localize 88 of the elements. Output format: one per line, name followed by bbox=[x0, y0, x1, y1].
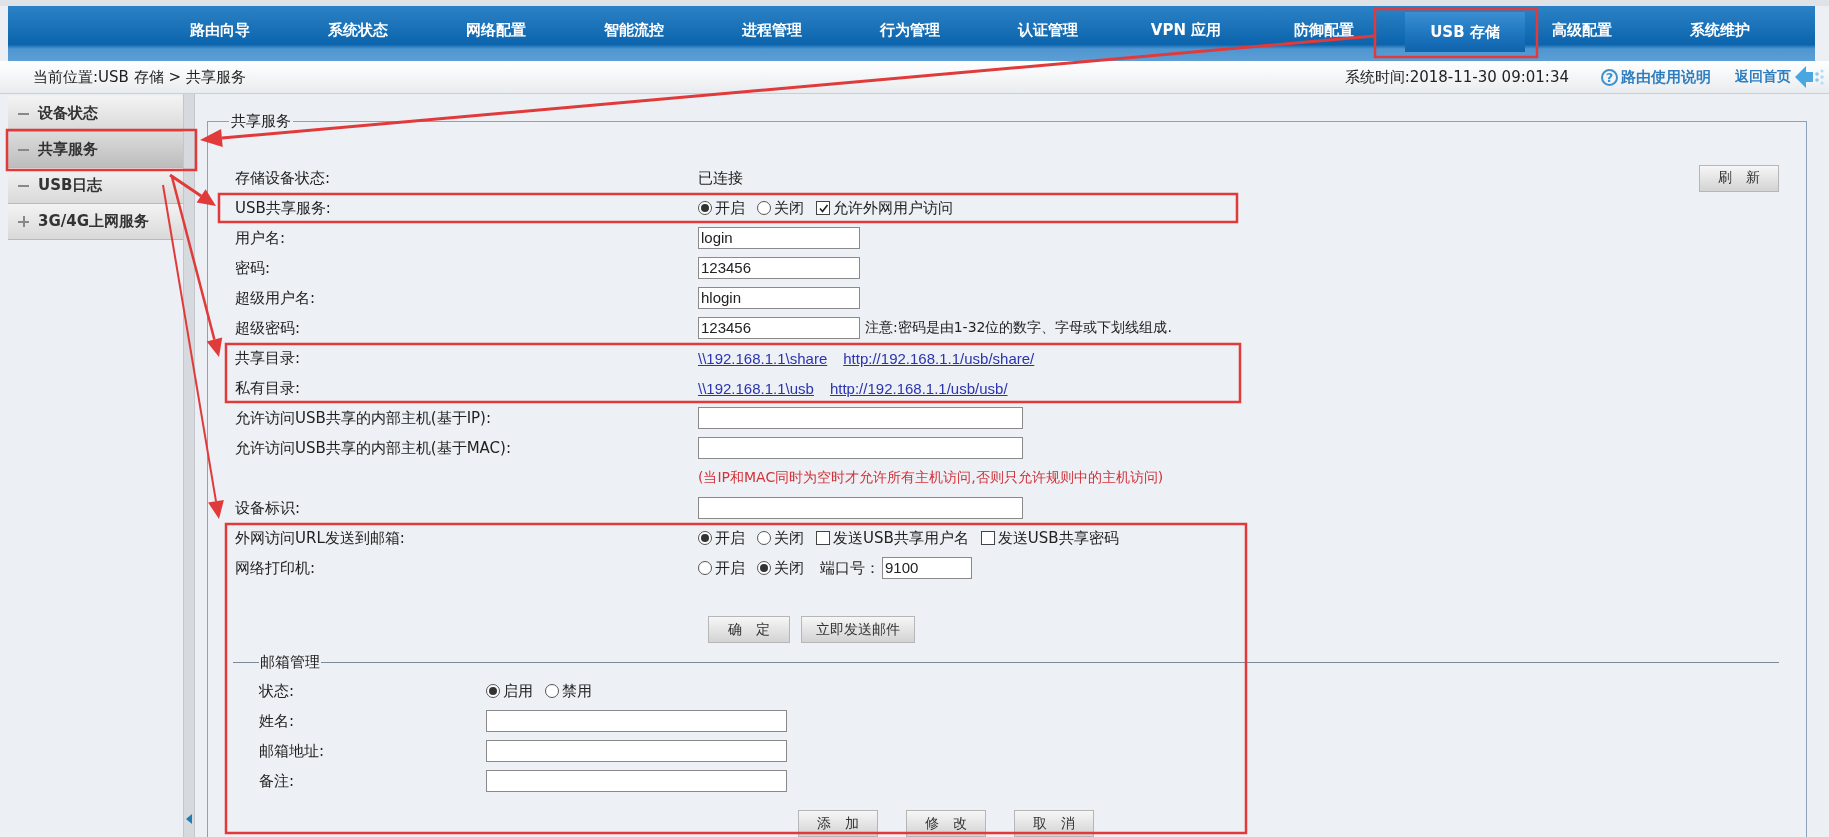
action-button[interactable]: 修 改 bbox=[906, 810, 986, 837]
system-time: 系统时间:2018-11-30 09:01:34 bbox=[1344, 67, 1569, 87]
breadcrumb: 当前位置:USB 存储 > 共享服务 bbox=[33, 67, 246, 87]
field-label: 设备标识: bbox=[235, 498, 301, 517]
hint-text: (当IP和MAC同时为空时才允许所有主机访问,否则只允许规则中的主机访问) bbox=[698, 469, 1164, 487]
radio-button[interactable] bbox=[698, 201, 712, 215]
sidebar-item[interactable]: USB日志 bbox=[8, 168, 184, 204]
status-value: 已连接 bbox=[698, 168, 743, 188]
option-label: 允许外网用户访问 bbox=[833, 198, 953, 218]
option-label: 关闭 bbox=[774, 198, 804, 218]
home-link[interactable]: 返回首页 bbox=[1735, 68, 1791, 86]
path-link[interactable]: http://192.168.1.1/usb/share/ bbox=[843, 349, 1035, 367]
field-label: 超级密码: bbox=[235, 318, 301, 337]
radio-button[interactable] bbox=[698, 561, 712, 575]
option-label: 关闭 bbox=[774, 558, 804, 578]
field-label: 状态: bbox=[259, 681, 295, 700]
back-arrow-icon[interactable] bbox=[1795, 66, 1825, 88]
nav-tab[interactable]: 进程管理 bbox=[703, 7, 841, 54]
input-field[interactable] bbox=[486, 710, 787, 732]
radio-button[interactable] bbox=[757, 531, 771, 545]
radio-button[interactable] bbox=[545, 684, 559, 698]
option-label: 关闭 bbox=[774, 528, 804, 548]
nav-tab[interactable]: 系统状态 bbox=[289, 7, 427, 54]
option-label: 启用 bbox=[503, 681, 533, 701]
field-label: 网络打印机: bbox=[235, 558, 316, 577]
radio-button[interactable] bbox=[757, 201, 771, 215]
action-button[interactable]: 立即发送邮件 bbox=[801, 616, 915, 643]
field-label: 备注: bbox=[259, 771, 295, 790]
path-link[interactable]: http://192.168.1.1/usb/usb/ bbox=[829, 379, 1008, 397]
path-link[interactable]: \\192.168.1.1\usb bbox=[698, 379, 814, 397]
field-label: 允许访问USB共享的内部主机(基于MAC): bbox=[235, 438, 511, 457]
input-field[interactable] bbox=[698, 407, 1023, 429]
nav-tab[interactable]: 防御配置 bbox=[1255, 7, 1393, 54]
field-label: 端口号： bbox=[820, 558, 880, 578]
option-label: 开启 bbox=[715, 528, 745, 548]
action-button[interactable]: 确 定 bbox=[708, 616, 790, 643]
field-label: 外网访问URL发送到邮箱: bbox=[235, 528, 405, 547]
option-label: 发送USB共享密码 bbox=[997, 528, 1119, 548]
path-link[interactable]: \\192.168.1.1\share bbox=[698, 349, 828, 367]
checkbox[interactable] bbox=[816, 531, 830, 545]
input-field[interactable]: login bbox=[698, 227, 860, 249]
nav-tab[interactable]: VPN 应用 bbox=[1117, 7, 1255, 54]
sidebar-item[interactable]: 3G/4G上网服务 bbox=[8, 204, 184, 240]
field-label: 共享目录: bbox=[235, 348, 301, 367]
collapse-arrow-icon[interactable] bbox=[186, 814, 193, 824]
help-link[interactable]: 路由使用说明 bbox=[1621, 67, 1711, 87]
section-legend: 邮箱管理 bbox=[259, 653, 321, 672]
option-label: 开启 bbox=[715, 198, 745, 218]
field-label: 允许访问USB共享的内部主机(基于IP): bbox=[235, 408, 492, 427]
input-field[interactable] bbox=[486, 740, 787, 762]
nav-tab[interactable]: 智能流控 bbox=[565, 7, 703, 54]
nav-tab[interactable]: 路由向导 bbox=[151, 7, 289, 54]
field-label: 邮箱地址: bbox=[259, 741, 325, 760]
nav-tab[interactable]: 网络配置 bbox=[427, 7, 565, 54]
nav-tab[interactable]: USB 存储 bbox=[1405, 12, 1525, 52]
option-label: 禁用 bbox=[562, 681, 592, 701]
field-label: 用户名: bbox=[235, 228, 286, 247]
nav-tab[interactable]: 行为管理 bbox=[841, 7, 979, 54]
action-button[interactable]: 取 消 bbox=[1014, 810, 1094, 837]
hint-text: 注意:密码是由1-32位的数字、字母或下划线组成. bbox=[865, 319, 1172, 337]
field-label: USB共享服务: bbox=[235, 198, 331, 217]
input-field[interactable] bbox=[698, 437, 1023, 459]
sidebar-item[interactable]: 设备状态 bbox=[8, 96, 184, 132]
radio-button[interactable] bbox=[486, 684, 500, 698]
option-label: 发送USB共享用户名 bbox=[833, 528, 969, 548]
action-button[interactable]: 添 加 bbox=[798, 810, 878, 837]
checkbox[interactable] bbox=[980, 531, 995, 545]
input-field[interactable]: 123456 bbox=[698, 317, 860, 339]
nav-tab[interactable]: 系统维护 bbox=[1651, 7, 1789, 54]
field-label: 存储设备状态: bbox=[235, 168, 331, 187]
field-label: 密码: bbox=[235, 258, 271, 277]
input-field[interactable]: 9100 bbox=[882, 557, 972, 579]
input-field[interactable]: 123456 bbox=[698, 257, 860, 279]
input-field[interactable] bbox=[698, 497, 1023, 519]
field-label: 姓名: bbox=[259, 711, 295, 730]
radio-button[interactable] bbox=[757, 561, 771, 575]
input-field[interactable]: hlogin bbox=[698, 287, 860, 309]
splitter-bar[interactable] bbox=[183, 94, 195, 837]
radio-button[interactable] bbox=[698, 531, 712, 545]
panel-legend: 共享服务 bbox=[229, 112, 293, 131]
checkbox[interactable] bbox=[816, 201, 830, 215]
field-label: 私有目录: bbox=[235, 378, 301, 397]
option-label: 开启 bbox=[715, 558, 745, 578]
input-field[interactable] bbox=[486, 770, 787, 792]
nav-tab[interactable]: 认证管理 bbox=[979, 7, 1117, 54]
field-label: 超级用户名: bbox=[235, 288, 316, 307]
sidebar-item[interactable]: 共享服务 bbox=[8, 132, 184, 168]
refresh-button[interactable]: 刷 新 bbox=[1699, 164, 1779, 192]
